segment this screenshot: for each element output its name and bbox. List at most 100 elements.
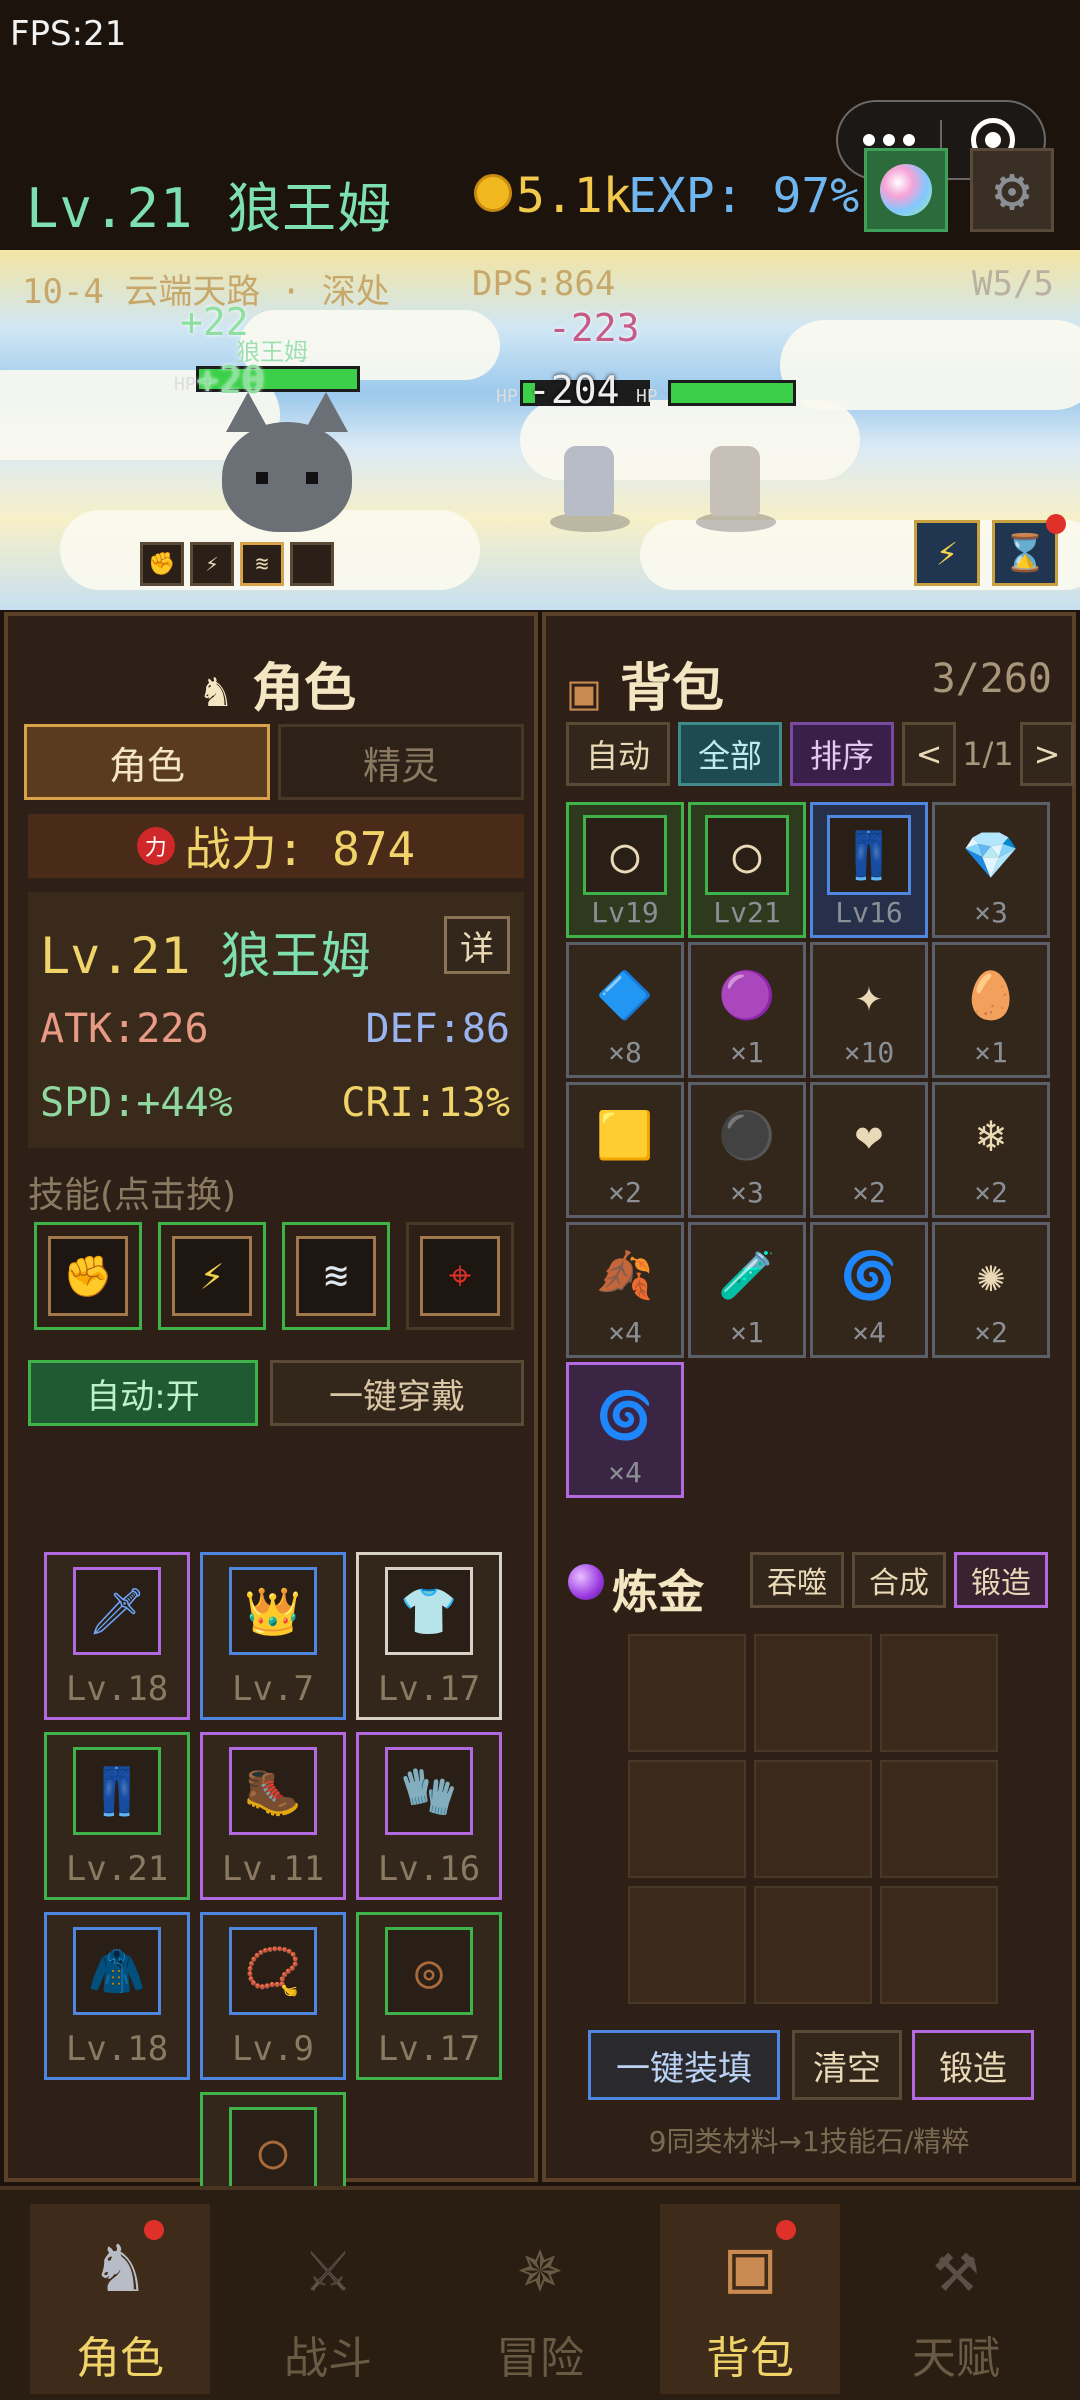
backpack-icon: ▣ [566,671,602,715]
next-page-button[interactable]: > [1020,722,1074,786]
hp-label-enemy-1: HP [496,386,518,407]
detail-button[interactable]: 详 [444,916,510,974]
bag-item-slot[interactable]: ◯ Lv19 [566,802,684,938]
alchemy-title: 炼金 [612,1565,704,1619]
bag-item-slot[interactable]: ⚫ ×3 [688,1082,806,1218]
shirt-icon: 👕 [385,1567,473,1655]
bag-item-slot[interactable]: 🧪 ×1 [688,1222,806,1358]
bag-item-slot[interactable]: 🍂 ×4 [566,1222,684,1358]
skill-slot-wind[interactable]: ≋ [282,1222,390,1330]
pants-icon: 👖 [73,1747,161,1835]
bag-item-slot[interactable]: ✺ ×2 [932,1222,1050,1358]
fill-all-button[interactable]: 一键装填 [588,2030,780,2100]
player-level-name: Lv.21 狼王姆 [26,164,392,243]
equipment-level: Lv.21 [65,1849,169,1889]
alchemy-tab-forge[interactable]: 锻造 [954,1552,1048,1608]
equipment-slot[interactable]: 👕 Lv.17 [356,1552,502,1720]
equipment-slot[interactable]: 👖 Lv.21 [44,1732,190,1900]
clear-button[interactable]: 清空 [792,2030,902,2100]
skill-slot-fist[interactable]: ✊ [34,1222,142,1330]
equipment-slot[interactable]: 📿 Lv.9 [200,1912,346,2080]
combat-power-value: 战力: 874 [184,822,416,876]
bag-tab-auto[interactable]: 自动 [566,722,670,786]
equipment-level: Lv.18 [65,1669,169,1709]
nav-role[interactable]: ♞ 角色 [30,2204,210,2394]
bag-item-slot[interactable]: ✦ ×10 [810,942,928,1078]
nav-role-label: 角色 [76,2333,164,2384]
pants-icon: 👖 [827,815,911,895]
character-panel: ♞ 角色 角色 精灵 力 战力: 874 Lv.21 狼王姆 详 ATK:226… [4,612,538,2260]
nav-talent[interactable]: ⚒ 天赋 [866,2204,1046,2394]
bag-item-slot[interactable]: 💎 ×3 [932,802,1050,938]
auto-toggle-button[interactable]: 自动:开 [28,1360,258,1426]
bag-item-slot[interactable]: ❄ ×2 [932,1082,1050,1218]
bag-item-slot[interactable]: 🥚 ×1 [932,942,1050,1078]
equipment-level: Lv.9 [232,2029,314,2069]
alchemy-orb-icon [568,1564,604,1600]
bag-item-slot[interactable]: 🌀 ×4 [566,1362,684,1498]
bag-item-slot[interactable]: 🟨 ×2 [566,1082,684,1218]
bag-item-slot[interactable]: ◯ Lv21 [688,802,806,938]
alchemy-slot[interactable] [628,1760,746,1878]
bag-item-slot[interactable]: ❤ ×2 [810,1082,928,1218]
prev-page-button[interactable]: < [902,722,956,786]
equipment-level: Lv.16 [377,1849,481,1889]
bag-item-slot[interactable]: 🟣 ×1 [688,942,806,1078]
alchemy-slot[interactable] [880,1886,998,2004]
bag-item-count: Lv21 [713,896,781,929]
nav-adventure[interactable]: ✵ 冒险 [450,2204,630,2394]
gear-icon: ⚙ [993,155,1031,225]
tab-role[interactable]: 角色 [24,724,270,800]
equipment-slot[interactable]: 🧥 Lv.18 [44,1912,190,2080]
more-menu-icon[interactable] [838,134,940,146]
stats-card: Lv.21 狼王姆 详 ATK:226 DEF:86 SPD:+44% CRI:… [28,892,524,1148]
equipment-slot[interactable]: 🗡 Lv.18 [44,1552,190,1720]
settings-button[interactable]: ⚙ [970,148,1054,232]
nav-adventure-label: 冒险 [496,2333,584,2384]
wear-all-button[interactable]: 一键穿戴 [270,1360,524,1426]
ring-icon: ◯ [705,815,789,895]
heart-icon: ❤ [855,1108,883,1162]
bag-tab-sort[interactable]: 排序 [790,722,894,786]
bag-tab-all[interactable]: 全部 [678,722,782,786]
alchemy-slot[interactable] [880,1634,998,1752]
alchemy-slot[interactable] [754,1760,872,1878]
alchemy-slot[interactable] [754,1886,872,2004]
nav-battle[interactable]: ⚔ 战斗 [238,2204,418,2394]
alchemy-slot[interactable] [628,1634,746,1752]
rainbow-orb-button[interactable] [864,148,948,232]
bag-item-count: ×1 [974,1036,1008,1069]
gem-purple-icon: 🔷 [596,967,654,1022]
alchemy-tab-devour[interactable]: 吞噬 [750,1552,844,1608]
fps-counter: FPS:21 [10,14,127,54]
crystal-blue-icon: 💎 [962,827,1020,882]
equipment-slot[interactable]: ◎ Lv.17 [356,1912,502,2080]
bag-item-slot[interactable]: 👖 Lv16 [810,802,928,938]
skill-slot-lightning[interactable]: ⚡ [158,1222,266,1330]
exp-percent: EXP: 97% [628,168,860,224]
tab-spirit[interactable]: 精灵 [278,724,524,800]
skill-slot-target[interactable]: ⌖ [406,1222,514,1330]
hourglass-icon: ⌛ [1002,533,1048,574]
fist-icon: ✊ [48,1236,128,1316]
hp-label-pet: HP [174,374,196,395]
bag-item-slot[interactable]: 🔷 ×8 [566,942,684,1078]
equipment-slot[interactable]: 👑 Lv.7 [200,1552,346,1720]
bag-item-slot[interactable]: 🌀 ×4 [810,1222,928,1358]
equipment-slot[interactable]: 🥾 Lv.11 [200,1732,346,1900]
vortex-icon: 🌀 [596,1387,654,1442]
nav-bag[interactable]: ▣ 背包 [660,2204,840,2394]
alchemy-slot[interactable] [754,1634,872,1752]
bag-panel: ▣ 背包 3/260 自动 全部 排序 < 1/1 > ◯ Lv19 ◯ Lv21 👖 L… [542,612,1076,2182]
alchemy-tab-merge[interactable]: 合成 [852,1552,946,1608]
character-panel-title: ♞ 角色 [198,646,356,721]
alchemy-slot[interactable] [880,1760,998,1878]
orb-purple-icon: 🟣 [718,967,776,1022]
alchemy-slot[interactable] [628,1886,746,2004]
speed-boost-button[interactable]: ⚡ [914,520,980,586]
anvil-hammer-icon: ⚒ [933,2223,979,2309]
spd-stat: SPD:+44% [40,1080,233,1126]
forge-button[interactable]: 锻造 [912,2030,1034,2100]
equipment-slot[interactable]: 🧤 Lv.16 [356,1732,502,1900]
hp-label-enemy-2: HP [636,386,658,407]
